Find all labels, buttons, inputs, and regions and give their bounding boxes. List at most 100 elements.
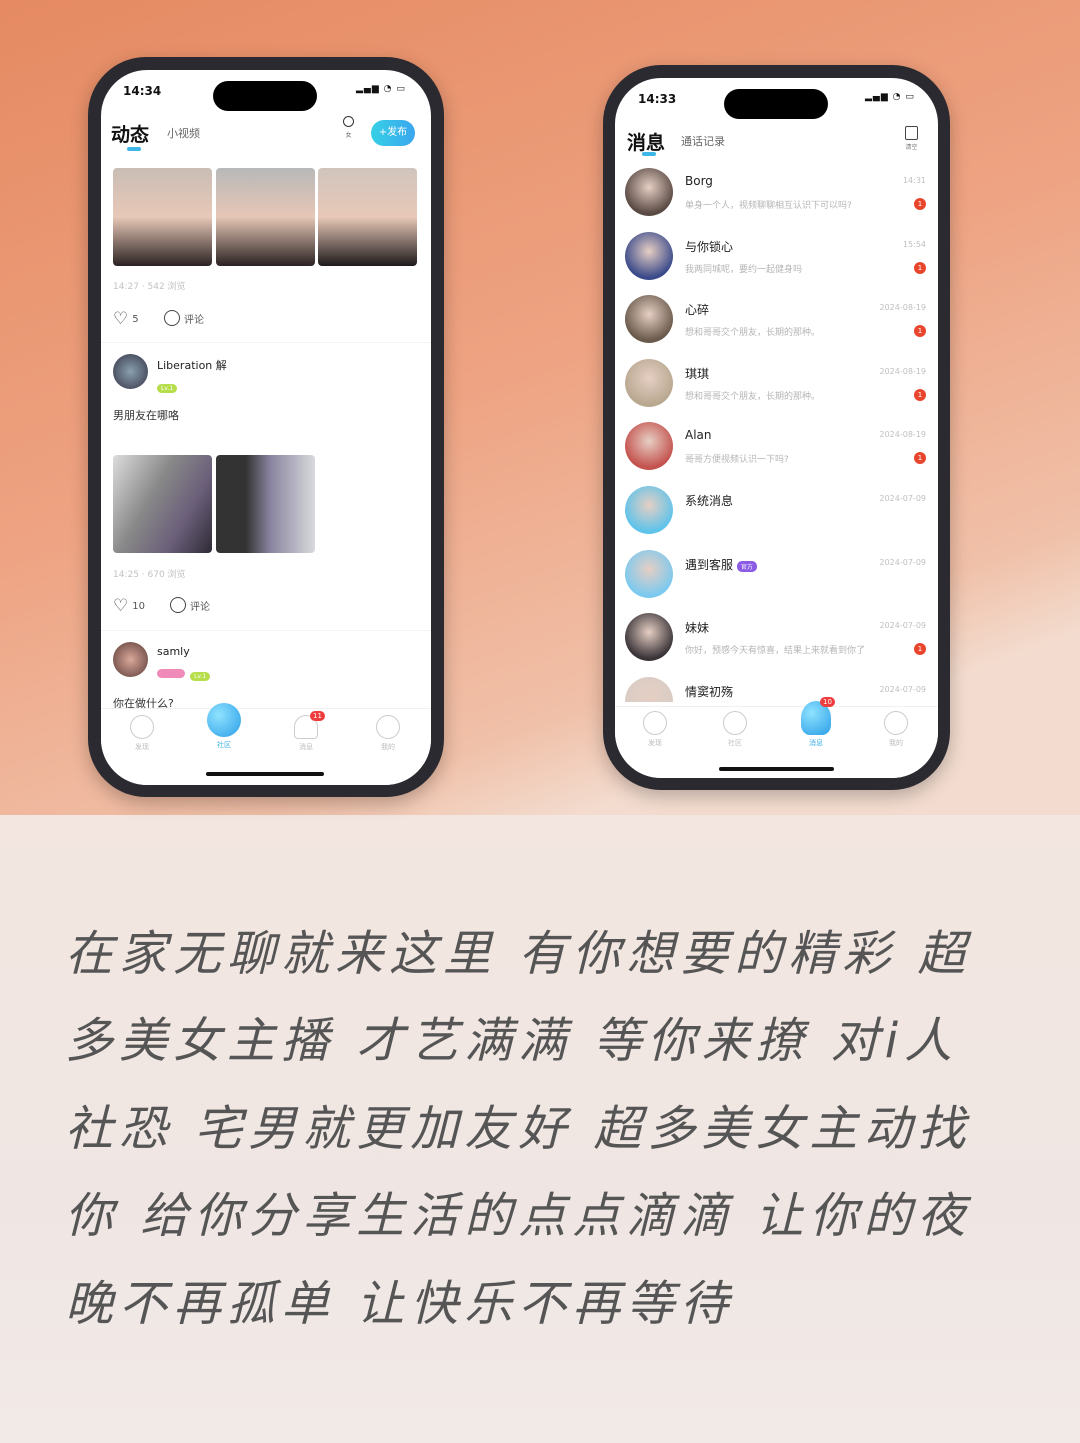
contact-name: 琪琪 bbox=[685, 366, 710, 381]
message-preview: 我两同城呢，要约一起健身吗 bbox=[685, 264, 803, 275]
level-badge: Lv.1 bbox=[157, 384, 178, 393]
unread-badge: 1 bbox=[914, 388, 926, 401]
tab-call-log[interactable]: 通话记录 bbox=[681, 133, 725, 149]
gender-age-badge bbox=[157, 669, 185, 678]
level-badge: Lv.1 bbox=[190, 672, 211, 681]
unread-badge: 11 bbox=[310, 711, 325, 721]
tab-feed[interactable]: 动态 bbox=[111, 120, 149, 147]
contact-name: 心碎 bbox=[685, 303, 710, 318]
conversation-item[interactable]: 系统消息 2024-07-09 bbox=[615, 480, 938, 544]
avatar bbox=[625, 486, 673, 534]
post-image[interactable] bbox=[113, 168, 212, 266]
discover-icon bbox=[130, 715, 154, 739]
conversation-item[interactable]: 琪琪 2024-08-19 想和哥哥交个朋友，长期的那种。 1 bbox=[615, 353, 938, 417]
author-name[interactable]: Liberation 解 bbox=[157, 357, 227, 373]
contact-name: 遇到客服 官方 bbox=[685, 556, 757, 573]
conversation-item[interactable]: 心碎 2024-08-19 想和哥哥交个朋友，长期的那种。 1 bbox=[615, 289, 938, 353]
conversation-item[interactable]: 妹妹 2024-07-09 你好，预感今天有惊喜，结果上来就看到你了 1 bbox=[615, 607, 938, 671]
slogan-line: 多美女主播 才艺满满 等你来撩 对i人 bbox=[65, 1013, 959, 1069]
status-icons: ▂▄▆ ◔ ▭ bbox=[865, 92, 915, 102]
conversation-item[interactable]: 情窦初殇 2024-07-09 bbox=[615, 671, 938, 702]
left-phone: 14:34 ▂▄▆ ◔ ▭ 动态 小视频 女 +发布 14:27 · 542 浏… bbox=[88, 57, 444, 797]
divider bbox=[101, 630, 431, 631]
tab-messages[interactable]: 10 消息 bbox=[786, 697, 846, 748]
tab-community[interactable]: 社区 bbox=[194, 703, 254, 750]
publish-button[interactable]: +发布 bbox=[371, 120, 415, 146]
unread-badge: 1 bbox=[914, 325, 926, 338]
active-tab-indicator bbox=[642, 152, 656, 156]
gender-filter[interactable]: 女 bbox=[343, 116, 354, 139]
avatar bbox=[625, 358, 673, 407]
post-meta: 14:25 · 670 浏览 bbox=[113, 570, 186, 580]
post-image[interactable] bbox=[318, 168, 417, 266]
tab-messages-header[interactable]: 消息 bbox=[627, 128, 665, 155]
comment-button[interactable]: 评论 bbox=[170, 597, 210, 613]
contact-name: Alan bbox=[685, 428, 712, 443]
message-preview: 想和哥哥交个朋友，长期的那种。 bbox=[685, 328, 821, 339]
planet-icon bbox=[723, 711, 747, 735]
tab-messages[interactable]: 11 消息 bbox=[276, 711, 336, 752]
contact-name: 系统消息 bbox=[685, 494, 734, 508]
avatar[interactable] bbox=[113, 642, 148, 677]
post-text: 男朋友在哪咯 bbox=[113, 409, 179, 422]
post-meta: 14:27 · 542 浏览 bbox=[113, 282, 186, 292]
unread-badge: 10 bbox=[820, 697, 835, 707]
tab-profile[interactable]: 我的 bbox=[358, 715, 418, 752]
slogan-line: 社恐 宅男就更加友好 超多美女主动找 bbox=[65, 1101, 972, 1157]
dynamic-island bbox=[724, 89, 828, 119]
slogan-line: 在家无聊就来这里 有你想要的精彩 超 bbox=[65, 926, 972, 982]
post-image[interactable] bbox=[216, 168, 315, 266]
author-name[interactable]: samly bbox=[157, 645, 190, 658]
avatar bbox=[625, 422, 673, 471]
home-indicator bbox=[206, 772, 324, 776]
tab-community[interactable]: 社区 bbox=[705, 711, 765, 748]
tab-discover[interactable]: 发现 bbox=[112, 715, 172, 752]
message-date: 2024-07-09 bbox=[879, 684, 927, 694]
message-preview: 哥哥方便视频认识一下吗? bbox=[685, 455, 789, 466]
heart-icon: ♡ bbox=[113, 309, 129, 329]
badge-row: Lv.1 bbox=[157, 375, 178, 394]
conversation-item[interactable]: 与你锁心 15:54 我两同城呢，要约一起健身吗 1 bbox=[615, 226, 938, 290]
contact-name: 妹妹 bbox=[685, 621, 710, 636]
avatar bbox=[625, 295, 673, 344]
planet-icon bbox=[207, 703, 241, 737]
clear-button[interactable]: 清空 bbox=[905, 126, 918, 151]
like-button[interactable]: ♡ 10 bbox=[113, 596, 145, 616]
message-date: 15:54 bbox=[902, 239, 926, 249]
post-image[interactable] bbox=[216, 455, 315, 553]
status-time: 14:34 bbox=[123, 84, 162, 98]
avatar[interactable] bbox=[113, 354, 148, 389]
badge-row: Lv.1 bbox=[157, 663, 211, 682]
like-button[interactable]: ♡ 5 bbox=[113, 309, 139, 329]
tab-discover[interactable]: 发现 bbox=[625, 711, 685, 748]
right-screen: 14:33 ▂▄▆ ◔ ▭ 消息 通话记录 清空 Borg 14:31 单身一个… bbox=[615, 78, 938, 778]
active-tab-indicator bbox=[127, 147, 141, 151]
tab-short-video[interactable]: 小视频 bbox=[167, 125, 200, 141]
contact-name: Borg bbox=[685, 174, 713, 188]
conversation-item[interactable]: Borg 14:31 单身一个人，视频聊聊相互认识下可以吗? 1 bbox=[615, 162, 938, 226]
smile-icon bbox=[376, 715, 400, 739]
contact-name: 情窦初殇 bbox=[685, 684, 734, 699]
unread-badge: 1 bbox=[914, 452, 926, 465]
message-date: 14:31 bbox=[902, 176, 926, 185]
conversation-item[interactable]: Alan 2024-08-19 哥哥方便视频认识一下吗? 1 bbox=[615, 416, 938, 480]
tab-profile[interactable]: 我的 bbox=[866, 711, 926, 748]
official-badge: 官方 bbox=[736, 560, 757, 572]
avatar bbox=[625, 231, 673, 280]
clear-icon bbox=[905, 126, 918, 140]
contact-name: 与你锁心 bbox=[685, 239, 734, 254]
avatar bbox=[625, 613, 673, 662]
conversation-item[interactable]: 遇到客服 官方 2024-07-09 bbox=[615, 544, 938, 608]
message-preview: 单身一个人，视频聊聊相互认识下可以吗? bbox=[685, 201, 852, 211]
comment-icon bbox=[164, 310, 180, 326]
slogan-line: 你 给你分享生活的点点滴滴 让你的夜 bbox=[65, 1188, 972, 1244]
home-indicator bbox=[719, 767, 834, 771]
gender-icon bbox=[343, 116, 354, 127]
message-preview: 想和哥哥交个朋友，长期的那种。 bbox=[685, 391, 821, 402]
message-date: 2024-07-09 bbox=[879, 621, 927, 631]
post-image[interactable] bbox=[113, 455, 212, 553]
comment-button[interactable]: 评论 bbox=[164, 310, 204, 326]
status-icons: ▂▄▆ ◔ ▭ bbox=[356, 84, 406, 94]
avatar bbox=[625, 676, 673, 702]
unread-badge: 1 bbox=[914, 261, 926, 274]
